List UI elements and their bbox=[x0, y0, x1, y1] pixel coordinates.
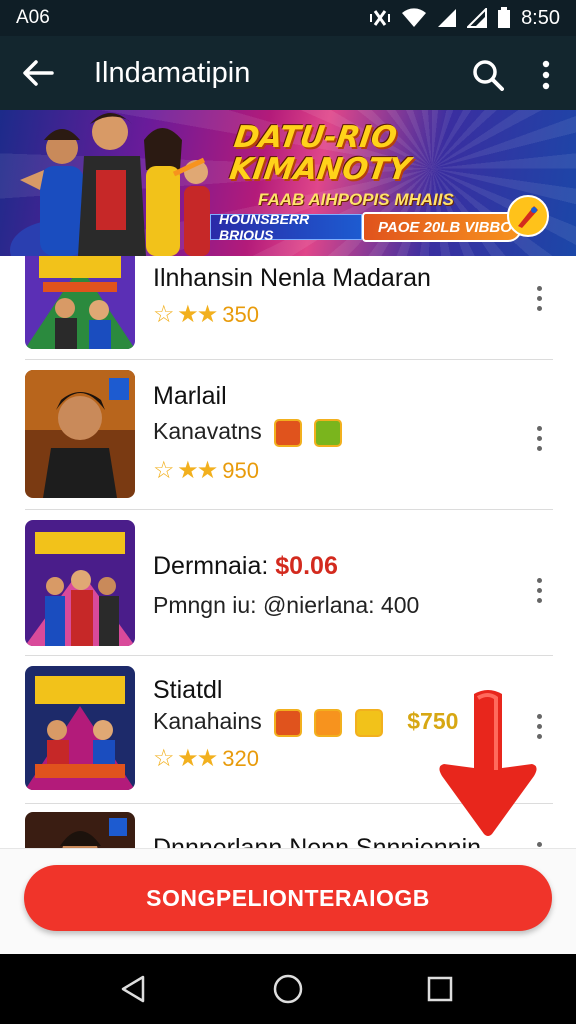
list-item[interactable]: Marlail Kanavatns ☆ ★★ 950 bbox=[0, 360, 576, 510]
app-root: A06 8:50 Ilndamatipin DATU-RIO KIMANOTY … bbox=[0, 0, 576, 1024]
back-arrow-icon bbox=[23, 60, 54, 86]
wifi-icon bbox=[402, 8, 427, 27]
overflow-menu-button[interactable] bbox=[528, 53, 564, 97]
star-rating-icon: ☆ ★★ bbox=[153, 301, 218, 328]
scroll-down-arrow-icon bbox=[439, 690, 537, 836]
item-thumbnail bbox=[25, 256, 135, 349]
game-badge-icon bbox=[354, 708, 383, 737]
nav-home-icon bbox=[273, 974, 303, 1004]
banner-strip: HOUNSBERR BRIOUS bbox=[210, 211, 362, 243]
status-icons: 8:50 bbox=[369, 7, 560, 30]
search-button[interactable] bbox=[466, 53, 510, 97]
nav-home-button[interactable] bbox=[264, 966, 312, 1012]
thumbnail-art bbox=[25, 520, 135, 646]
nav-back-button[interactable] bbox=[110, 966, 158, 1012]
banner-heroes-illustration bbox=[10, 113, 210, 256]
item-title: Dnnnerlann Nenn Snnniennin bbox=[153, 834, 482, 848]
status-bar: A06 8:50 bbox=[0, 0, 576, 36]
item-thumbnail bbox=[25, 520, 135, 646]
thumbnail-art bbox=[25, 812, 135, 848]
banner-headline: DATU-RIO KIMANOTY bbox=[227, 120, 413, 187]
item-price: $0.06 bbox=[275, 552, 338, 580]
top-app-bar: Ilndamatipin bbox=[0, 36, 576, 110]
primary-cta-button[interactable]: SONGPELIONTERAIOGB bbox=[24, 865, 552, 931]
search-icon bbox=[473, 60, 504, 91]
vibrate-icon bbox=[370, 10, 391, 26]
list-item[interactable]: Dermnaia: $0.06 Pmngn iu: @nierlana: 400 bbox=[0, 510, 576, 656]
item-more-button[interactable] bbox=[526, 570, 552, 610]
item-subtitle: Kanahains bbox=[153, 708, 262, 734]
rocket-icon bbox=[507, 195, 549, 237]
star-rating-icon: ☆ ★★ bbox=[153, 745, 218, 772]
item-subtitle: Pmngn iu: @nierlana: 400 bbox=[153, 592, 420, 618]
item-subtitle-row: Kanahains $750 bbox=[153, 708, 458, 737]
item-subtitle-row: Kanavatns bbox=[153, 418, 343, 447]
item-thumbnail bbox=[25, 370, 135, 498]
item-rating: ☆ ★★ 350 bbox=[153, 300, 259, 329]
star-rating-icon: ☆ ★★ bbox=[153, 457, 218, 484]
more-vert-icon bbox=[542, 60, 550, 90]
list-item[interactable]: Ilnhansin Nenla Madaran ☆ ★★ 350 bbox=[0, 256, 576, 360]
thumbnail-art bbox=[25, 256, 135, 349]
item-title: Dermnaia: bbox=[153, 552, 269, 580]
nav-back-icon bbox=[121, 975, 145, 1003]
promo-banner[interactable]: DATU-RIO KIMANOTY FAAB AIHPOPIS MHAIIS H… bbox=[0, 110, 576, 256]
item-thumbnail bbox=[25, 666, 135, 790]
item-rating-value: 320 bbox=[222, 745, 259, 771]
game-badge-icon bbox=[314, 418, 343, 447]
game-badge-icon bbox=[314, 708, 343, 737]
nav-recents-button[interactable] bbox=[416, 966, 464, 1012]
item-rating-value: 950 bbox=[222, 457, 259, 483]
banner-subtitle: FAAB AIHPOPIS MHAIIS bbox=[258, 190, 454, 209]
item-more-button[interactable] bbox=[526, 418, 552, 458]
item-subtitle: Kanavatns bbox=[153, 418, 262, 444]
status-clock: 8:50 bbox=[521, 6, 560, 29]
game-badge-icon bbox=[274, 708, 303, 737]
cta-container: SONGPELIONTERAIOGB bbox=[0, 848, 576, 954]
nav-recents-icon bbox=[427, 976, 453, 1002]
thumbnail-art bbox=[25, 666, 135, 790]
signal-icon bbox=[438, 9, 457, 27]
item-title: Ilnhansin Nenla Madaran bbox=[153, 264, 431, 292]
banner-price-pill[interactable]: PAOE 20LB VIBBO bbox=[362, 212, 522, 242]
item-title: Stiatdl bbox=[153, 676, 223, 704]
item-rating: ☆ ★★ 320 bbox=[153, 744, 259, 773]
item-thumbnail bbox=[25, 812, 135, 848]
battery-icon bbox=[498, 7, 511, 28]
thumbnail-art bbox=[25, 370, 135, 498]
status-left-text: A06 bbox=[16, 7, 50, 28]
page-title: Ilndamatipin bbox=[94, 56, 251, 89]
signal-icon-2 bbox=[467, 8, 488, 28]
back-button[interactable] bbox=[0, 36, 76, 110]
item-more-button[interactable] bbox=[526, 278, 552, 318]
item-rating: ☆ ★★ 950 bbox=[153, 456, 259, 485]
item-title-row: Dermnaia: $0.06 bbox=[153, 552, 338, 581]
game-badge-icon bbox=[274, 418, 303, 447]
item-title: Marlail bbox=[153, 382, 227, 410]
system-nav-bar bbox=[0, 954, 576, 1024]
item-rating-value: 350 bbox=[222, 301, 259, 327]
